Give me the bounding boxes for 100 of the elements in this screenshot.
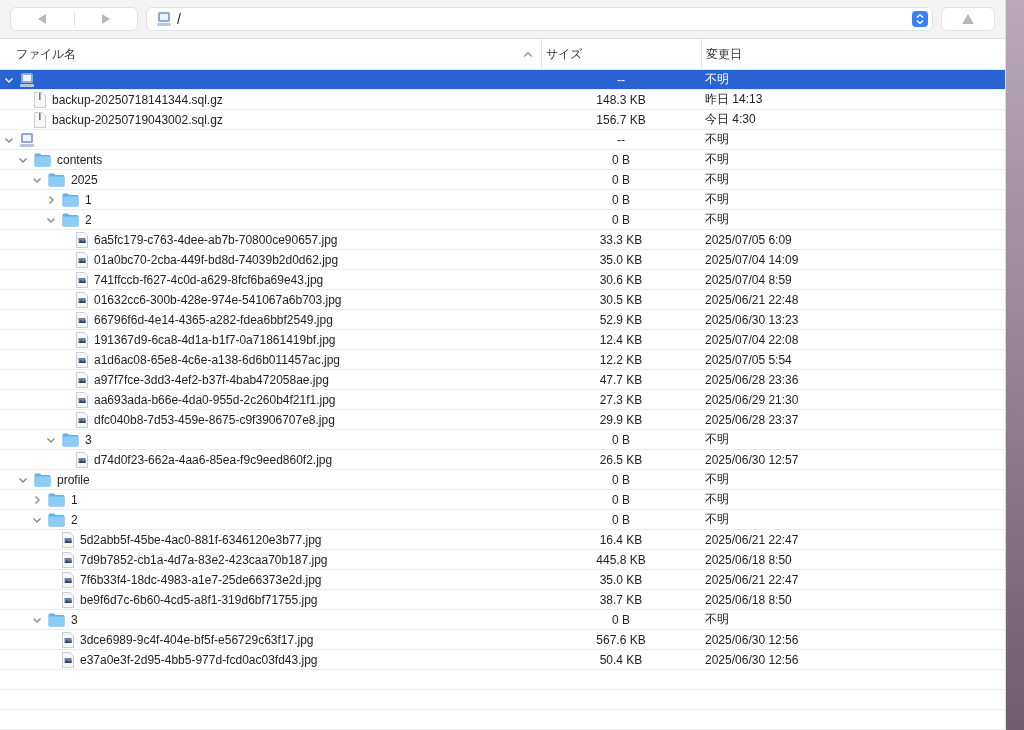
file-row[interactable]: 1 0 B 不明 xyxy=(0,190,1005,210)
modified-date: 2025/06/30 13:23 xyxy=(705,312,799,327)
file-size: 0 B xyxy=(612,172,630,187)
up-button[interactable] xyxy=(941,7,995,32)
file-row[interactable]: profile 0 B 不明 xyxy=(0,470,1005,490)
file-row[interactable]: backup-20250718141344.sql.gz 148.3 KB 昨日 14:13 xyxy=(0,90,1005,110)
file-row[interactable]: -- 不明 xyxy=(0,130,1005,150)
file-row[interactable]: contents 0 B 不明 xyxy=(0,150,1005,170)
modified-date: 2025/06/21 22:47 xyxy=(705,572,799,587)
image-file-icon xyxy=(76,331,88,348)
file-name: 01a0bc70-2cba-449f-bd8d-74039b2d0d62.jpg xyxy=(94,252,339,267)
folder-icon xyxy=(62,212,79,227)
file-row[interactable]: 3 0 B 不明 xyxy=(0,610,1005,630)
file-row[interactable]: be9f6d7c-6b60-4cd5-a8f1-319d6bf71755.jpg 38.7 KB 2025/06/18 8:50 xyxy=(0,590,1005,610)
drive-icon xyxy=(157,11,171,28)
file-row[interactable]: a97f7fce-3dd3-4ef2-b37f-4bab472058ae.jpg 47.7 KB 2025/06/28 23:36 xyxy=(0,370,1005,390)
file-size: 52.9 KB xyxy=(599,312,643,327)
folder-icon xyxy=(62,432,79,447)
file-size: 29.9 KB xyxy=(599,412,643,427)
modified-date: 今日 4:30 xyxy=(705,112,756,126)
file-row[interactable]: -- 不明 xyxy=(0,70,1005,90)
file-row[interactable]: 7f6b33f4-18dc-4983-a1e7-25de66373e2d.jpg 35.0 KB 2025/06/21 22:47 xyxy=(0,570,1005,590)
image-file-icon xyxy=(62,531,74,548)
file-name: d74d0f23-662a-4aa6-85ea-f9c9eed860f2.jpg xyxy=(94,452,333,467)
file-size: 567.6 KB xyxy=(596,632,646,647)
file-name: 6a5fc179-c763-4dee-ab7b-70800ce90657.jpg xyxy=(94,232,338,247)
file-row[interactable]: 741ffccb-f627-4c0d-a629-8fcf6ba69e43.jpg 30.6 KB 2025/07/04 8:59 xyxy=(0,270,1005,290)
file-name: 2 xyxy=(85,212,92,227)
folder-icon xyxy=(48,612,65,627)
file-row[interactable]: 191367d9-6ca8-4d1a-b1f7-0a71861419bf.jpg 12.4 KB 2025/07/04 22:08 xyxy=(0,330,1005,350)
column-header[interactable]: 変更日 xyxy=(701,39,1005,69)
file-size: 12.2 KB xyxy=(599,352,643,367)
file-name: 3 xyxy=(85,432,92,447)
column-header[interactable]: ファイル名 xyxy=(0,39,541,69)
modified-date: 2025/06/28 23:37 xyxy=(705,412,799,427)
file-row[interactable]: 2 0 B 不明 xyxy=(0,210,1005,230)
file-row[interactable]: 1 0 B 不明 xyxy=(0,490,1005,510)
file-row[interactable]: 01a0bc70-2cba-449f-bd8d-74039b2d0d62.jpg 35.0 KB 2025/07/04 14:09 xyxy=(0,250,1005,270)
file-size: 35.0 KB xyxy=(599,252,643,267)
file-row[interactable]: d74d0f23-662a-4aa6-85ea-f9c9eed860f2.jpg 26.5 KB 2025/06/30 12:57 xyxy=(0,450,1005,470)
folder-icon xyxy=(48,492,65,507)
file-row[interactable]: aa693ada-b66e-4da0-955d-2c260b4f21f1.jpg 27.3 KB 2025/06/29 21:30 xyxy=(0,390,1005,410)
file-name: e37a0e3f-2d95-4bb5-977d-fcd0ac03fd43.jpg xyxy=(80,652,318,667)
column-header[interactable]: サイズ xyxy=(541,39,701,69)
image-file-icon xyxy=(62,551,74,568)
modified-date: 2025/06/28 23:36 xyxy=(705,372,799,387)
modified-date: 2025/06/18 8:50 xyxy=(705,592,792,607)
modified-date: 2025/07/05 5:54 xyxy=(705,352,792,367)
file-name: 2025 xyxy=(71,172,98,187)
file-name: a1d6ac08-65e8-4c6e-a138-6d6b011457ac.jpg xyxy=(94,352,340,367)
file-name: profile xyxy=(57,472,90,487)
file-size: 47.7 KB xyxy=(599,372,643,387)
modified-date: 2025/07/05 6:09 xyxy=(705,232,792,247)
file-size: 12.4 KB xyxy=(599,332,643,347)
chevron-right-icon[interactable] xyxy=(46,194,56,205)
drive-icon xyxy=(20,71,34,88)
image-file-icon xyxy=(76,371,88,388)
file-row[interactable]: a1d6ac08-65e8-4c6e-a138-6d6b011457ac.jpg 12.2 KB 2025/07/05 5:54 xyxy=(0,350,1005,370)
file-row[interactable]: 6a5fc179-c763-4dee-ab7b-70800ce90657.jpg 33.3 KB 2025/07/05 6:09 xyxy=(0,230,1005,250)
file-name: 741ffccb-f627-4c0d-a629-8fcf6ba69e43.jpg xyxy=(94,272,324,287)
image-file-icon xyxy=(62,631,74,648)
file-name: dfc040b8-7d53-459e-8675-c9f3906707e8.jpg xyxy=(94,412,335,427)
file-row[interactable]: 2025 0 B 不明 xyxy=(0,170,1005,190)
folder-icon xyxy=(48,172,65,187)
file-size: 0 B xyxy=(612,472,630,487)
modified-date: 2025/07/04 8:59 xyxy=(705,272,792,287)
file-row[interactable]: dfc040b8-7d53-459e-8675-c9f3906707e8.jpg 29.9 KB 2025/06/28 23:37 xyxy=(0,410,1005,430)
file-name: 2 xyxy=(71,512,78,527)
image-file-icon xyxy=(62,571,74,588)
file-row[interactable]: 01632cc6-300b-428e-974e-541067a6b703.jpg 30.5 KB 2025/06/21 22:48 xyxy=(0,290,1005,310)
modified-date: 不明 xyxy=(705,132,729,146)
file-size: 30.6 KB xyxy=(599,272,643,287)
file-name: aa693ada-b66e-4da0-955d-2c260b4f21f1.jpg xyxy=(94,392,336,407)
file-size: 50.4 KB xyxy=(599,652,643,667)
file-size: 0 B xyxy=(612,492,630,507)
file-row[interactable]: e37a0e3f-2d95-4bb5-977d-fcd0ac03fd43.jpg 50.4 KB 2025/06/30 12:56 xyxy=(0,650,1005,670)
modified-date: 不明 xyxy=(705,72,729,86)
file-row[interactable]: 3dce6989-9c4f-404e-bf5f-e56729c63f17.jpg 567.6 KB 2025/06/30 12:56 xyxy=(0,630,1005,650)
path-selector[interactable]: / xyxy=(146,7,933,32)
file-row[interactable]: 2 0 B 不明 xyxy=(0,510,1005,530)
file-size: 26.5 KB xyxy=(599,452,643,467)
document-icon xyxy=(34,91,46,108)
file-name: 7d9b7852-cb1a-4d7a-83e2-423caa70b187.jpg xyxy=(80,552,328,567)
modified-date: 2025/06/30 12:56 xyxy=(705,632,799,647)
image-file-icon xyxy=(76,451,88,468)
forward-icon xyxy=(101,14,111,25)
file-size: 148.3 KB xyxy=(596,92,646,107)
file-row[interactable]: 5d2abb5f-45be-4ac0-881f-6346120e3b77.jpg 16.4 KB 2025/06/21 22:47 xyxy=(0,530,1005,550)
folder-icon xyxy=(34,152,51,167)
file-row[interactable]: 7d9b7852-cb1a-4d7a-83e2-423caa70b187.jpg 445.8 KB 2025/06/18 8:50 xyxy=(0,550,1005,570)
file-row[interactable]: backup-20250719043002.sql.gz 156.7 KB 今日 4:30 xyxy=(0,110,1005,130)
chevron-right-icon[interactable] xyxy=(32,494,42,505)
modified-date: 2025/06/30 12:56 xyxy=(705,652,799,667)
modified-date: 2025/06/21 22:48 xyxy=(705,292,799,307)
file-row[interactable]: 66796f6d-4e14-4365-a282-fdea6bbf2549.jpg 52.9 KB 2025/06/30 13:23 xyxy=(0,310,1005,330)
file-row[interactable]: 3 0 B 不明 xyxy=(0,430,1005,450)
file-size: 0 B xyxy=(612,192,630,207)
image-file-icon xyxy=(76,311,88,328)
modified-date: 不明 xyxy=(705,512,729,526)
file-size: 0 B xyxy=(612,432,630,447)
